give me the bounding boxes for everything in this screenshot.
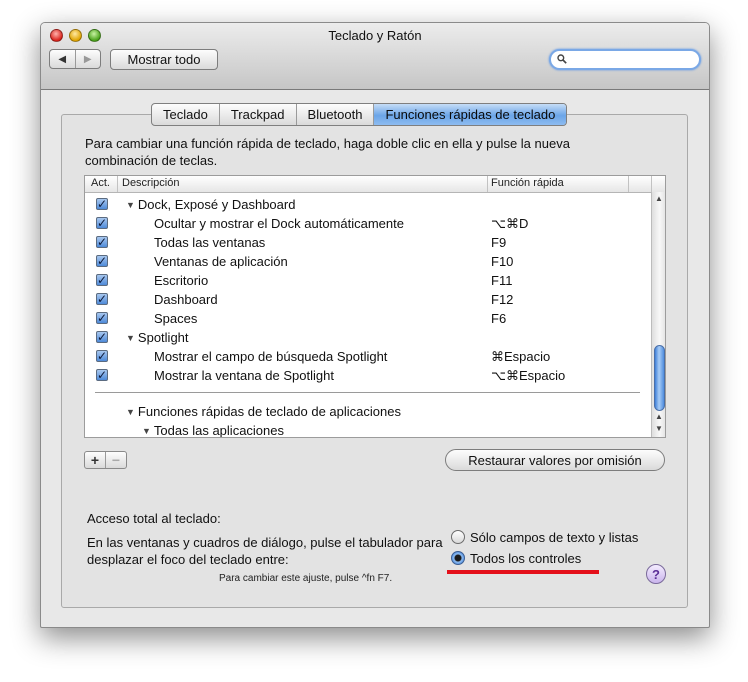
scroll-up-arrow-icon[interactable]: ▲ (655, 412, 663, 421)
table-group-row[interactable]: ✓ ▼ Spotlight (85, 328, 651, 347)
instructions-text: Para cambiar una función rápida de tecla… (85, 136, 570, 168)
row-description: Spaces (154, 311, 198, 326)
enabled-checkbox[interactable]: ✓ (96, 312, 108, 324)
help-button[interactable]: ? (646, 564, 666, 584)
list-item[interactable]: ▼ Todas las aplicaciones (85, 421, 651, 438)
radio-label: Sólo campos de texto y listas (470, 530, 639, 545)
radio-text-fields-only[interactable]: Sólo campos de texto y listas (451, 529, 681, 547)
list-item[interactable]: ▼ Funciones rápidas de teclado de aplicac… (85, 402, 651, 421)
row-description: Todas las ventanas (154, 235, 266, 250)
add-remove-control: + − (84, 451, 127, 469)
row-shortcut: F6 (491, 311, 507, 326)
enabled-checkbox[interactable]: ✓ (96, 331, 108, 343)
row-description: Ocultar y mostrar el Dock automáticament… (154, 216, 404, 231)
disclosure-triangle-icon[interactable]: ▼ (126, 333, 135, 343)
row-description: Mostrar la ventana de Spotlight (154, 368, 334, 383)
back-button[interactable]: ◀ (50, 50, 75, 68)
scroll-up-arrow-icon[interactable]: ▲ (655, 194, 663, 203)
table-row[interactable]: ✓ Todas las ventanas F9 (85, 233, 651, 252)
shortcuts-table: Act. Descripción Función rápida ✓ ▼ Dock, … (84, 175, 666, 438)
radio-button-selected-icon[interactable] (451, 551, 465, 565)
enabled-checkbox[interactable]: ✓ (96, 255, 108, 267)
show-all-button[interactable]: Mostrar todo (110, 49, 218, 70)
table-row[interactable]: ✓ Ocultar y mostrar el Dock automáticamen… (85, 214, 651, 233)
row-description: Escritorio (154, 273, 209, 288)
row-description: Funciones rápidas de teclado de aplicaci… (137, 404, 401, 419)
row-shortcut: F10 (491, 254, 514, 269)
tab-keyboard-shortcuts[interactable]: Funciones rápidas de teclado (373, 104, 567, 125)
keyboard-access-hint: Para cambiar este ajuste, pulse ^fn F7. (219, 573, 393, 584)
radio-all-controls[interactable]: Todos los controles (451, 550, 681, 568)
scroll-down-arrow-icon[interactable]: ▼ (655, 424, 663, 433)
enabled-checkbox[interactable]: ✓ (96, 217, 108, 229)
row-description: Ventanas de aplicación (154, 254, 288, 269)
add-shortcut-button[interactable]: + (85, 452, 105, 468)
tab-trackpad[interactable]: Trackpad (218, 104, 296, 125)
radio-label: Todos los controles (470, 551, 582, 566)
radio-button-icon[interactable] (451, 530, 465, 544)
row-shortcut: ⌘Espacio (491, 349, 551, 364)
preferences-window: Teclado y Ratón ◀ ▶ Mostrar todo Teclado… (40, 22, 710, 628)
keyboard-access-title: Acceso total al teclado: (87, 511, 221, 526)
table-row[interactable]: ✓ Mostrar el campo de búsqueda Spotlight ⌘… (85, 347, 651, 366)
column-header-description[interactable]: Descripción (122, 177, 179, 189)
enabled-checkbox[interactable]: ✓ (96, 369, 108, 381)
tab-bluetooth[interactable]: Bluetooth (295, 104, 374, 125)
row-shortcut: ⌥⌘Espacio (491, 368, 566, 383)
row-description: Dashboard (154, 292, 218, 307)
forward-button[interactable]: ▶ (74, 50, 101, 68)
table-group-row[interactable]: ✓ ▼ Dock, Exposé y Dashboard (85, 195, 651, 214)
keyboard-access-description: En las ventanas y cuadros de diálogo, pu… (87, 535, 443, 567)
title-bar: Teclado y Ratón ◀ ▶ Mostrar todo (41, 23, 709, 90)
enabled-checkbox[interactable]: ✓ (96, 350, 108, 362)
forward-arrow-icon: ▶ (83, 53, 92, 65)
row-description: Todas las aplicaciones (153, 423, 284, 438)
table-row[interactable]: ✓ Mostrar la ventana de Spotlight ⌥⌘Espaci… (85, 366, 651, 385)
row-shortcut: F12 (491, 292, 514, 307)
enabled-checkbox[interactable]: ✓ (96, 274, 108, 286)
disclosure-triangle-icon[interactable]: ▼ (126, 407, 135, 417)
row-description: Spotlight (137, 330, 189, 345)
row-shortcut: F11 (491, 273, 513, 288)
row-description: Mostrar el campo de búsqueda Spotlight (154, 349, 388, 364)
column-header-shortcut[interactable]: Función rápida (491, 177, 564, 189)
row-separator (95, 392, 640, 393)
navigation-segmented-control: ◀ ▶ (49, 49, 101, 69)
row-shortcut: ⌥⌘D (491, 216, 529, 231)
remove-shortcut-button[interactable]: − (105, 452, 126, 468)
window-title: Teclado y Ratón (328, 28, 422, 43)
row-shortcut: F9 (491, 235, 507, 250)
disclosure-triangle-icon[interactable]: ▼ (142, 426, 151, 436)
row-description: Dock, Exposé y Dashboard (137, 197, 296, 212)
vertical-scrollbar[interactable]: ▲ ▲ ▼ (651, 192, 665, 437)
enabled-checkbox[interactable]: ✓ (96, 236, 108, 248)
table-row[interactable]: ✓ Ventanas de aplicación F10 (85, 252, 651, 271)
search-field[interactable] (549, 49, 701, 70)
table-header: Act. Descripción Función rápida (85, 176, 665, 193)
table-row[interactable]: ✓ Spaces F6 (85, 309, 651, 328)
tab-keyboard[interactable]: Teclado (152, 104, 219, 125)
disclosure-triangle-icon[interactable]: ▼ (126, 200, 135, 210)
search-icon (557, 54, 567, 64)
scrollbar-thumb[interactable] (654, 345, 665, 411)
table-row[interactable]: ✓ Escritorio F11 (85, 271, 651, 290)
back-arrow-icon: ◀ (58, 53, 67, 65)
enabled-checkbox[interactable]: ✓ (96, 198, 108, 210)
tab-bar: Teclado Trackpad Bluetooth Funciones ráp… (151, 103, 568, 126)
column-header-act[interactable]: Act. (91, 177, 110, 189)
restore-defaults-button[interactable]: Restaurar valores por omisión (445, 449, 665, 471)
table-row[interactable]: ✓ Dashboard F12 (85, 290, 651, 309)
red-highlight-underline (447, 570, 599, 574)
enabled-checkbox[interactable]: ✓ (96, 293, 108, 305)
